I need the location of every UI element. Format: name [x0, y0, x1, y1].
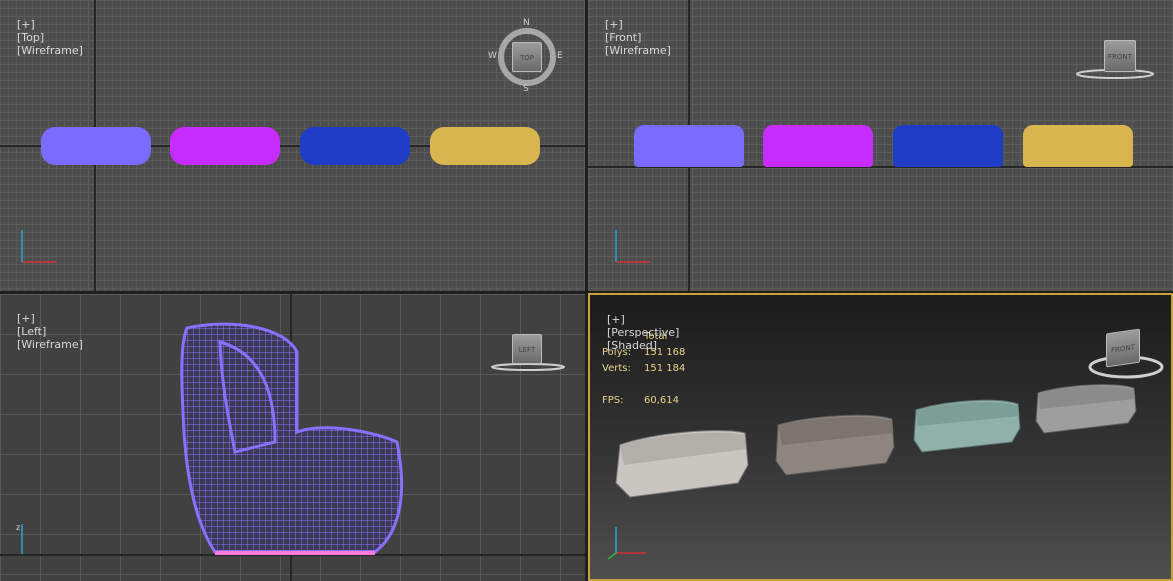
viewport-top[interactable]: [+] [Top] [Wireframe] TOP N S E W: [0, 0, 585, 291]
compass-e[interactable]: E: [557, 51, 563, 61]
viewport-top-label: [+] [Top] [Wireframe]: [3, 5, 83, 70]
viewport-front-plus-menu[interactable]: [+]: [605, 18, 623, 31]
sofa-top-4[interactable]: [430, 127, 540, 165]
viewport-top-plus-menu[interactable]: [+]: [17, 18, 35, 31]
viewport-perspective-view-menu[interactable]: [Perspective]: [607, 326, 679, 339]
axis-tripod-icon: [21, 230, 56, 263]
sofa-top-3[interactable]: [300, 127, 410, 165]
viewport-front[interactable]: [+] [Front] [Wireframe] FRONT: [588, 0, 1173, 291]
viewport-left-view-menu[interactable]: [Left]: [17, 325, 46, 338]
viewcube-perspective[interactable]: FRONT: [1086, 327, 1166, 387]
viewport-perspective[interactable]: [+] [Perspective] [Shaded] Total Polys: …: [588, 293, 1173, 581]
shaded-sofa-2[interactable]: [772, 413, 902, 483]
viewport-left-shading-menu[interactable]: [Wireframe]: [17, 338, 83, 351]
sofa-front-2[interactable]: [763, 125, 873, 167]
sofa-front-1[interactable]: [634, 125, 744, 167]
viewcube-front[interactable]: FRONT: [1076, 38, 1154, 83]
sofa-front-4[interactable]: [1023, 125, 1133, 167]
axis-tripod-icon: z: [16, 523, 23, 554]
viewport-top-shading-menu[interactable]: [Wireframe]: [17, 44, 83, 57]
viewcube-icon[interactable]: TOP: [512, 42, 542, 72]
stats-fps-value: 60,614: [644, 395, 679, 406]
sofa-side-wireframe[interactable]: [175, 322, 415, 562]
viewport-left-plus-menu[interactable]: [+]: [17, 312, 35, 325]
axis-tripod-icon: [615, 230, 650, 263]
axis-label-z: z: [16, 523, 20, 532]
axis-tripod-icon: [607, 527, 646, 560]
viewcube-left[interactable]: LEFT: [490, 334, 570, 374]
viewport-top-view-menu[interactable]: [Top]: [17, 31, 44, 44]
viewport-front-label: [+] [Front] [Wireframe]: [591, 5, 671, 70]
viewport-perspective-plus-menu[interactable]: [+]: [607, 313, 625, 326]
viewport-left-label: [+] [Left] [Wireframe]: [3, 299, 83, 364]
compass-w[interactable]: W: [488, 51, 497, 61]
viewcube-top[interactable]: TOP N S E W: [488, 18, 563, 94]
viewport-perspective-shading-menu[interactable]: [Shaded]: [607, 339, 657, 352]
viewport-front-view-menu[interactable]: [Front]: [605, 31, 641, 44]
viewcube-icon[interactable]: FRONT: [1106, 328, 1140, 368]
shaded-sofa-3[interactable]: [910, 398, 1025, 462]
stats-fps-label: FPS:: [602, 395, 624, 406]
sofa-top-2[interactable]: [170, 127, 280, 165]
shaded-sofa-1[interactable]: [610, 425, 755, 505]
compass-n[interactable]: N: [523, 18, 530, 28]
viewcube-icon[interactable]: LEFT: [512, 334, 542, 364]
viewport-front-shading-menu[interactable]: [Wireframe]: [605, 44, 671, 57]
viewcube-icon[interactable]: FRONT: [1104, 40, 1136, 72]
compass-s[interactable]: S: [523, 84, 529, 94]
shaded-sofa-4[interactable]: [1032, 383, 1142, 443]
viewport-left[interactable]: [+] [Left] [Wireframe] LEFT z: [0, 294, 585, 581]
viewport-perspective-label: [+] [Perspective] [Shaded]: [593, 300, 679, 365]
sofa-front-3[interactable]: [893, 125, 1003, 167]
sofa-top-1[interactable]: [41, 127, 151, 165]
